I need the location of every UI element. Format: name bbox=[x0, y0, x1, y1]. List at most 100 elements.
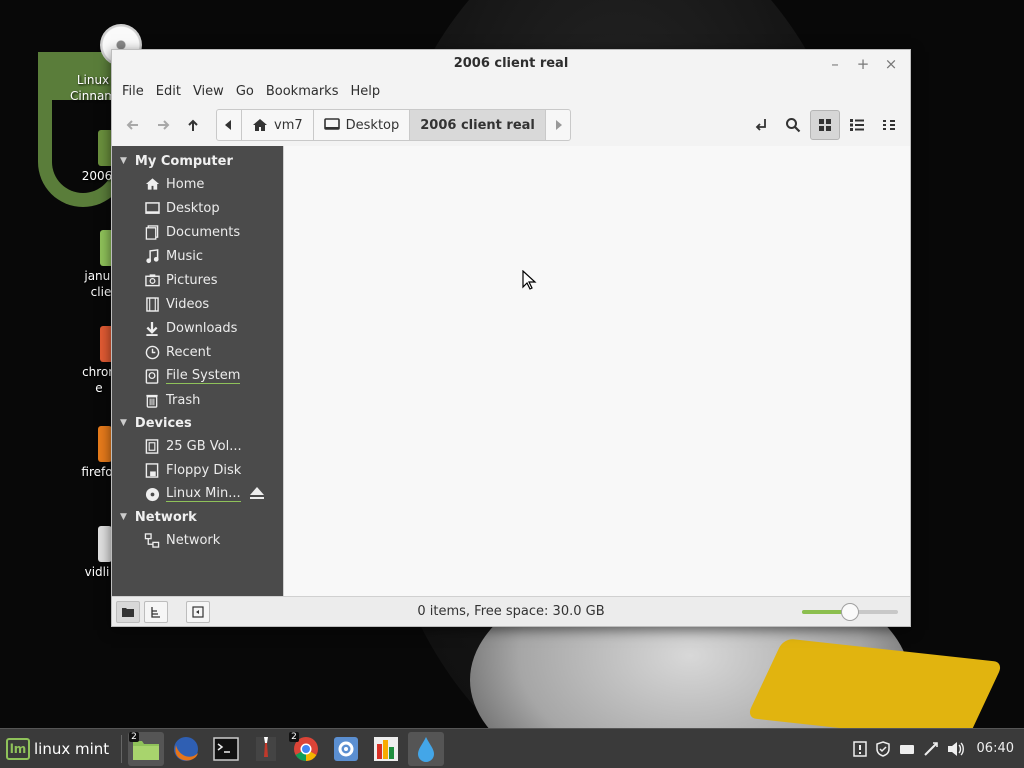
menu-help[interactable]: Help bbox=[344, 84, 386, 99]
maximize-button[interactable]: + bbox=[852, 50, 874, 78]
taskbar: lm linux mint 2 2 06:40 bbox=[0, 728, 1024, 768]
water-drop-icon bbox=[418, 736, 435, 762]
search-button[interactable] bbox=[778, 110, 808, 140]
user-suit-icon bbox=[256, 736, 277, 761]
firefox-icon bbox=[98, 426, 112, 462]
sidebar-item-videos[interactable]: Videos bbox=[112, 292, 283, 316]
content-area: ▼ My Computer Home Desktop Documents Mus… bbox=[112, 146, 910, 596]
show-tree-button[interactable] bbox=[144, 600, 168, 623]
window-count-badge: 2 bbox=[129, 731, 139, 742]
toggle-location-button[interactable] bbox=[746, 110, 776, 140]
back-button[interactable] bbox=[118, 110, 148, 140]
sidebar-item-label: File System bbox=[166, 367, 241, 384]
taskbar-water-app[interactable] bbox=[408, 731, 445, 766]
sidebar-section-title: Network bbox=[134, 509, 197, 525]
taskbar-files[interactable]: 2 bbox=[128, 731, 165, 766]
file-view-empty[interactable] bbox=[283, 146, 910, 596]
icon-view-button[interactable] bbox=[810, 110, 840, 140]
location-entry-icon bbox=[755, 119, 766, 131]
minimize-button[interactable]: – bbox=[824, 50, 846, 78]
chart-app-icon bbox=[374, 736, 399, 761]
sidebar-item-label: Network bbox=[166, 532, 221, 548]
sidebar-item-floppy-disk[interactable]: Floppy Disk bbox=[112, 458, 283, 482]
compact-view-icon bbox=[883, 120, 895, 130]
window-titlebar[interactable]: 2006 client real – + × bbox=[112, 50, 910, 78]
toggle-sidebar-button[interactable] bbox=[186, 600, 210, 623]
sidebar-item-label: Music bbox=[166, 248, 203, 264]
menu-bookmarks[interactable]: Bookmarks bbox=[260, 84, 345, 99]
zoom-slider-handle[interactable] bbox=[841, 603, 859, 621]
gear-icon bbox=[334, 736, 359, 761]
notification-icon[interactable] bbox=[852, 740, 867, 757]
show-places-button[interactable] bbox=[116, 600, 140, 623]
desktop-icon-label: vidli bbox=[84, 565, 110, 579]
start-menu-label: linux mint bbox=[34, 739, 110, 758]
menu-view[interactable]: View bbox=[187, 84, 230, 99]
breadcrumb-current-label: 2006 client real bbox=[420, 117, 535, 133]
breadcrumb-scroll-right[interactable] bbox=[546, 110, 570, 140]
file-icon bbox=[98, 526, 112, 562]
clock[interactable]: 06:40 bbox=[977, 741, 1014, 756]
expander-down-icon: ▼ bbox=[120, 156, 127, 166]
sidebar-item-trash[interactable]: Trash bbox=[112, 388, 283, 412]
list-view-button[interactable] bbox=[842, 110, 872, 140]
breadcrumb-desktop[interactable]: Desktop bbox=[314, 110, 411, 140]
sidebar-item-file-system[interactable]: File System bbox=[112, 364, 283, 388]
forward-button[interactable] bbox=[148, 110, 178, 140]
taskbar-app-suit[interactable] bbox=[248, 732, 284, 766]
downloads-icon bbox=[144, 320, 160, 336]
taskbar-settings[interactable] bbox=[328, 732, 364, 766]
breadcrumb-home[interactable]: vm7 bbox=[242, 110, 314, 140]
desktop-icon bbox=[144, 200, 160, 216]
sidebar-section-my-computer[interactable]: ▼ My Computer bbox=[112, 150, 283, 172]
sidebar-section-network[interactable]: ▼ Network bbox=[112, 506, 283, 528]
recent-icon bbox=[144, 344, 160, 360]
sidebar-item-pictures[interactable]: Pictures bbox=[112, 268, 283, 292]
start-menu-button[interactable]: lm linux mint bbox=[0, 729, 117, 768]
sidebar: ▼ My Computer Home Desktop Documents Mus… bbox=[112, 146, 283, 596]
sidebar-section-devices[interactable]: ▼ Devices bbox=[112, 412, 283, 434]
sidebar-item-home[interactable]: Home bbox=[112, 172, 283, 196]
terminal-icon bbox=[213, 736, 239, 761]
taskbar-firefox[interactable] bbox=[168, 732, 204, 766]
sidebar-item-linux-mint-disc[interactable]: Linux Min... bbox=[112, 482, 283, 506]
breadcrumb-scroll-left[interactable] bbox=[217, 110, 242, 140]
sidebar-item-downloads[interactable]: Downloads bbox=[112, 316, 283, 340]
sidebar-item-label: Videos bbox=[166, 296, 210, 312]
sidebar-item-label: Recent bbox=[166, 344, 211, 360]
sidebar-item-network[interactable]: Network bbox=[112, 528, 283, 552]
taskbar-chrome[interactable]: 2 bbox=[288, 731, 324, 766]
sidebar-item-label: Desktop bbox=[166, 200, 220, 216]
up-button[interactable] bbox=[178, 110, 208, 140]
network-wired-icon[interactable] bbox=[923, 741, 939, 757]
desktop-icon-label: firefo bbox=[81, 465, 113, 479]
sidebar-item-documents[interactable]: Documents bbox=[112, 220, 283, 244]
shield-icon[interactable] bbox=[875, 740, 891, 757]
breadcrumb-current[interactable]: 2006 client real bbox=[410, 110, 546, 140]
trash-icon bbox=[144, 392, 160, 408]
sidebar-item-recent[interactable]: Recent bbox=[112, 340, 283, 364]
zoom-slider[interactable] bbox=[802, 603, 898, 621]
sidebar-item-music[interactable]: Music bbox=[112, 244, 283, 268]
close-button[interactable]: × bbox=[880, 50, 902, 78]
compact-view-button[interactable] bbox=[874, 110, 904, 140]
menu-go[interactable]: Go bbox=[230, 84, 260, 99]
taskbar-system-monitor[interactable] bbox=[368, 732, 404, 766]
menu-edit[interactable]: Edit bbox=[150, 84, 187, 99]
expander-down-icon: ▼ bbox=[120, 512, 127, 522]
sidebar-item-desktop[interactable]: Desktop bbox=[112, 196, 283, 220]
breadcrumb-desktop-label: Desktop bbox=[345, 117, 400, 133]
sidebar-item-25gb-volume[interactable]: 25 GB Vol... bbox=[112, 434, 283, 458]
network-icon bbox=[144, 532, 160, 548]
volume-icon[interactable] bbox=[947, 741, 965, 757]
arrow-left-icon bbox=[126, 120, 138, 130]
chevron-right-icon bbox=[555, 120, 562, 130]
taskbar-separator bbox=[121, 734, 123, 763]
menu-file[interactable]: File bbox=[116, 84, 150, 99]
eject-icon[interactable] bbox=[249, 486, 265, 504]
keyboard-icon[interactable] bbox=[899, 743, 915, 755]
sidebar-item-label: Downloads bbox=[166, 320, 238, 336]
window-controls: – + × bbox=[824, 50, 902, 78]
sidebar-item-label: Pictures bbox=[166, 272, 218, 288]
taskbar-terminal[interactable] bbox=[208, 732, 244, 766]
